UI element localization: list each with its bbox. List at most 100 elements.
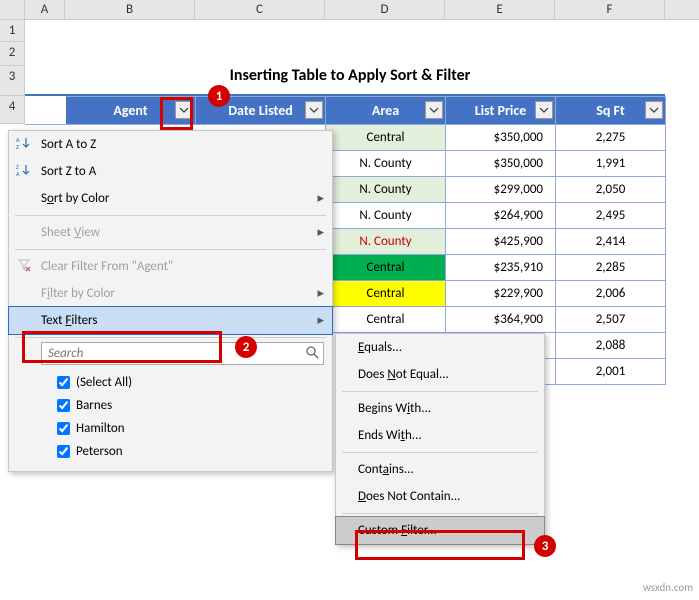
filter-context-menu: AZ Sort A to Z ZA Sort Z to A Sort by Co… — [8, 130, 333, 472]
check-item[interactable]: Hamilton — [53, 417, 324, 440]
badge-1: 1 — [208, 85, 230, 107]
row-headers: 1 2 3 4 — [0, 20, 25, 124]
cell-price[interactable]: $350,000 — [446, 151, 556, 177]
select-all-label: (Select All) — [76, 375, 132, 390]
contains[interactable]: Contains... — [336, 456, 544, 483]
column-headers: A B C D E F — [0, 0, 699, 20]
cell-price[interactable]: $299,000 — [446, 177, 556, 203]
text-filters-submenu: Equals... Does Not Equal... Begins With.… — [335, 333, 545, 545]
badge-3: 3 — [534, 535, 556, 557]
cell-price[interactable]: $425,900 — [446, 229, 556, 255]
cell-sqft[interactable]: 1,991 — [556, 151, 666, 177]
sort-by-color[interactable]: Sort by Color ▸ — [9, 185, 332, 212]
col-header-d[interactable]: D — [325, 0, 445, 19]
filter-dropdown-date[interactable] — [305, 101, 323, 119]
badge-2: 2 — [235, 336, 257, 358]
cell-area[interactable]: N. County — [326, 151, 446, 177]
cell-sqft[interactable]: 2,495 — [556, 203, 666, 229]
col-header-e[interactable]: E — [445, 0, 555, 19]
checkbox[interactable] — [57, 445, 70, 458]
begins-with[interactable]: Begins With... — [336, 395, 544, 422]
cell-area[interactable]: Central — [326, 281, 446, 307]
sheet-view: Sheet View ▸ — [9, 219, 332, 246]
contains-label: Contains... — [358, 462, 414, 477]
cell-price[interactable]: $264,900 — [446, 203, 556, 229]
row-header-1[interactable]: 1 — [0, 20, 25, 42]
sort-za-label: Sort Z to A — [41, 164, 96, 179]
filter-dropdown-area[interactable] — [425, 101, 443, 119]
row-header-3[interactable]: 3 — [0, 66, 25, 96]
menu-separator — [342, 391, 538, 392]
checkbox[interactable] — [57, 399, 70, 412]
header-price-label: List Price — [475, 102, 527, 119]
col-header-b[interactable]: B — [65, 0, 195, 19]
cell-sqft[interactable]: 2,507 — [556, 307, 666, 333]
page-title: Inserting Table to Apply Sort & Filter — [25, 66, 665, 96]
cell-area[interactable]: N. County — [326, 229, 446, 255]
cell-sqft[interactable]: 2,088 — [556, 333, 666, 359]
header-sqft-label: Sq Ft — [596, 102, 625, 119]
cell-area[interactable]: N. County — [326, 203, 446, 229]
svg-text:Z: Z — [16, 143, 19, 150]
check-label: Peterson — [76, 444, 123, 459]
cell-price[interactable]: $235,910 — [446, 255, 556, 281]
clear-filter-icon — [15, 258, 33, 276]
cell-sqft[interactable]: 2,414 — [556, 229, 666, 255]
chevron-right-icon: ▸ — [317, 313, 324, 328]
check-select-all[interactable]: (Select All) — [53, 371, 324, 394]
sort-za-icon: ZA — [15, 163, 33, 181]
check-item[interactable]: Peterson — [53, 440, 324, 463]
header-sqft: Sq Ft — [556, 97, 666, 125]
col-header-f[interactable]: F — [555, 0, 665, 19]
header-date-label: Date Listed — [228, 102, 293, 119]
select-all-corner[interactable] — [0, 0, 25, 19]
cell-sqft[interactable]: 2,006 — [556, 281, 666, 307]
sort-a-to-z[interactable]: AZ Sort A to Z — [9, 131, 332, 158]
cell-area[interactable]: Central — [326, 307, 446, 333]
check-label: Barnes — [76, 398, 112, 413]
col-header-a[interactable]: A — [25, 0, 65, 19]
callout-3 — [355, 530, 525, 560]
cell-price[interactable]: $350,000 — [446, 125, 556, 151]
svg-text:A: A — [16, 170, 20, 177]
cell-sqft[interactable]: 2,285 — [556, 255, 666, 281]
cell-sqft[interactable]: 2,001 — [556, 359, 666, 385]
begins-label: Begins With... — [358, 401, 431, 416]
header-price: List Price — [446, 97, 556, 125]
menu-separator — [15, 215, 326, 216]
col-header-c[interactable]: C — [195, 0, 325, 19]
checkbox[interactable] — [57, 422, 70, 435]
search-icon — [306, 346, 319, 363]
filter-color-label: Filter by Color — [41, 286, 115, 301]
cell-area[interactable]: N. County — [326, 177, 446, 203]
does-not-contain[interactable]: Does Not Contain... — [336, 483, 544, 510]
clear-filter: Clear Filter From "Agent" — [9, 253, 332, 280]
row-header-2[interactable]: 2 — [0, 42, 25, 66]
cell-price[interactable]: $364,900 — [446, 307, 556, 333]
header-agent-label: Agent — [113, 102, 147, 119]
header-area-label: Area — [372, 102, 399, 119]
sort-az-label: Sort A to Z — [41, 137, 96, 152]
filter-dropdown-price[interactable] — [535, 101, 553, 119]
menu-separator — [342, 452, 538, 453]
not-equal-label: Does Not Equal... — [358, 367, 449, 382]
cell-price[interactable]: $229,900 — [446, 281, 556, 307]
cell-sqft[interactable]: 2,275 — [556, 125, 666, 151]
cell-area[interactable]: Central — [326, 125, 446, 151]
sheet-view-label: Sheet View — [41, 225, 100, 240]
checkbox-select-all[interactable] — [57, 376, 70, 389]
callout-1 — [160, 97, 193, 130]
row-header-4[interactable]: 4 — [0, 96, 25, 124]
cell-sqft[interactable]: 2,050 — [556, 177, 666, 203]
filter-by-color: Filter by Color ▸ — [9, 280, 332, 307]
does-not-equal[interactable]: Does Not Equal... — [336, 361, 544, 388]
ends-with[interactable]: Ends With... — [336, 422, 544, 449]
filter-dropdown-sqft[interactable] — [645, 101, 663, 119]
not-contain-label: Does Not Contain... — [358, 489, 460, 504]
callout-2 — [22, 331, 222, 363]
equals-label: Equals... — [358, 340, 402, 355]
sort-z-to-a[interactable]: ZA Sort Z to A — [9, 158, 332, 185]
cell-area[interactable]: Central — [326, 255, 446, 281]
check-item[interactable]: Barnes — [53, 394, 324, 417]
equals[interactable]: Equals... — [336, 334, 544, 361]
